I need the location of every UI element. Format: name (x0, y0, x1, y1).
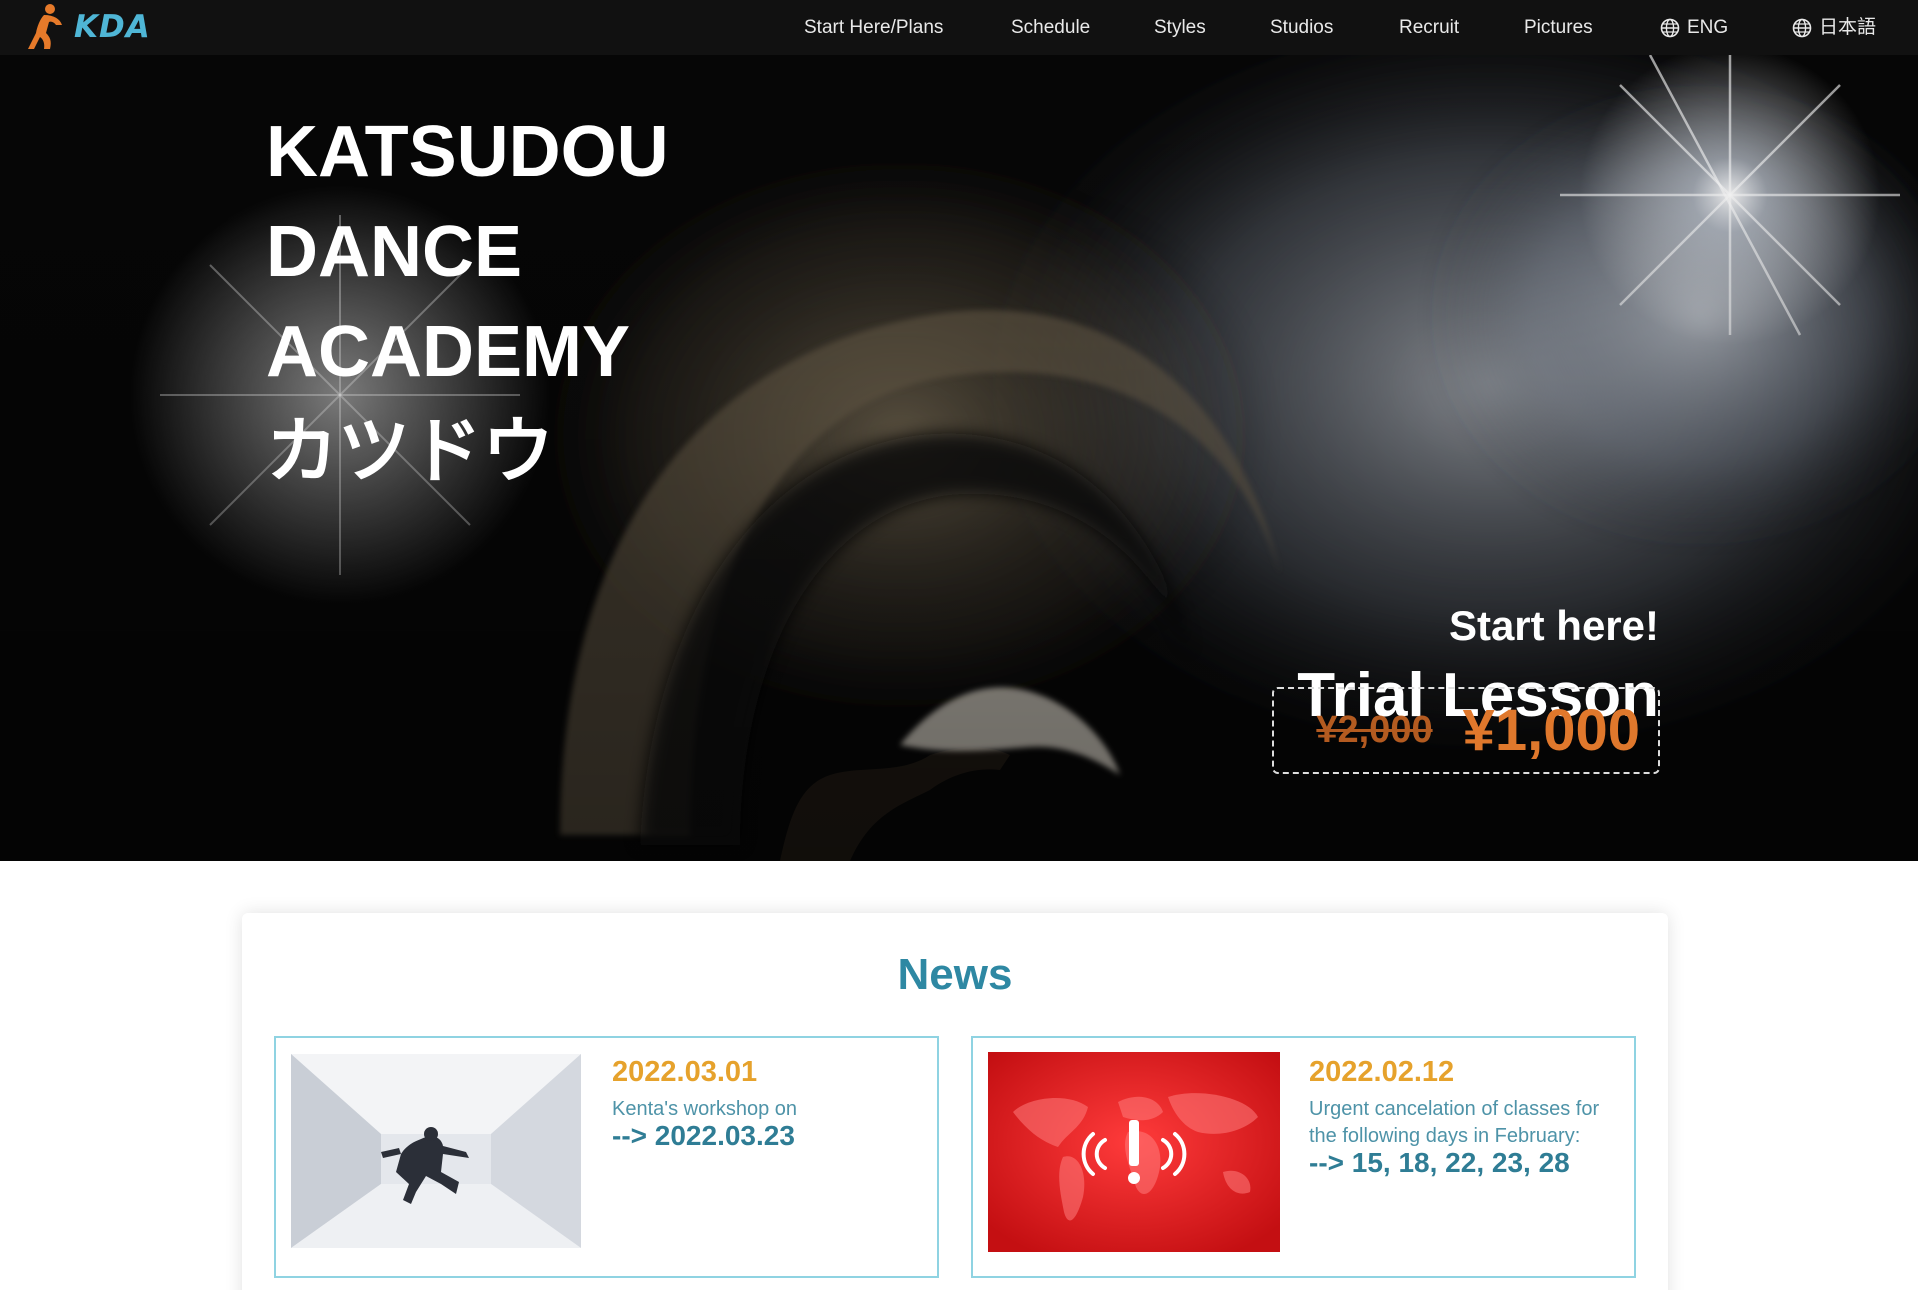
hero-title-line: カツドウ (266, 412, 555, 492)
nav-recruit[interactable]: Recruit (1399, 0, 1459, 55)
news-item[interactable]: 2022.03.01 Kenta's workshop on --> 2022.… (274, 1036, 939, 1278)
nav-start-here-plans[interactable]: Start Here/Plans (804, 0, 943, 55)
hero-title-line: DANCE (266, 212, 523, 292)
news-image-dancer (291, 1054, 581, 1248)
news-highlight: --> 15, 18, 22, 23, 28 (1309, 1147, 1570, 1178)
news-item[interactable]: 2022.02.12 Urgent cancelation of classes… (971, 1036, 1636, 1278)
dancer-photo-icon (291, 1054, 581, 1248)
globe-icon (1792, 18, 1812, 37)
new-price: ¥1,000 (1462, 698, 1640, 763)
news-description: Kenta's workshop on (612, 1098, 798, 1120)
hero-banner: KATSUDOU DANCE ACADEMY カツドウ Start here! … (0, 55, 1918, 861)
news-image-alert (988, 1052, 1280, 1252)
lang-japanese-link[interactable]: 日本語 (1792, 0, 1876, 55)
hero-title-line: KATSUDOU (266, 112, 669, 192)
news-date: 2022.03.01 (612, 1056, 758, 1088)
logo-text: KDA (74, 9, 151, 45)
news-section: News 2022.03.01 Kenta's workshop on --> … (242, 913, 1668, 1290)
site-logo[interactable]: KDA (26, 3, 151, 51)
news-date: 2022.02.12 (1309, 1056, 1455, 1088)
nav-pictures[interactable]: Pictures (1524, 0, 1593, 55)
news-highlight: --> 2022.03.23 (612, 1120, 795, 1151)
lang-english-link[interactable]: ENG (1660, 0, 1728, 55)
alert-map-icon (988, 1052, 1280, 1252)
hero-title: KATSUDOU DANCE ACADEMY カツドウ (266, 102, 669, 502)
news-description: Urgent cancelation of classes for the fo… (1309, 1098, 1600, 1147)
hero-title-line: ACADEMY (266, 312, 631, 392)
start-here-text: Start here! (1448, 602, 1659, 649)
nav-styles[interactable]: Styles (1154, 0, 1206, 55)
globe-icon (1660, 18, 1680, 37)
lang-japanese-label: 日本語 (1819, 16, 1877, 38)
dancer-logo-icon (28, 4, 62, 49)
lang-english-label: ENG (1687, 16, 1729, 38)
news-heading: News (897, 950, 1013, 999)
nav-schedule[interactable]: Schedule (1011, 0, 1090, 55)
trial-price-box[interactable]: ¥2,000 ¥1,000 (1272, 687, 1660, 774)
top-nav: KDA Start Here/Plans Schedule Styles Stu… (0, 0, 1918, 55)
old-price: ¥2,000 (1316, 709, 1433, 751)
nav-studios[interactable]: Studios (1270, 0, 1333, 55)
